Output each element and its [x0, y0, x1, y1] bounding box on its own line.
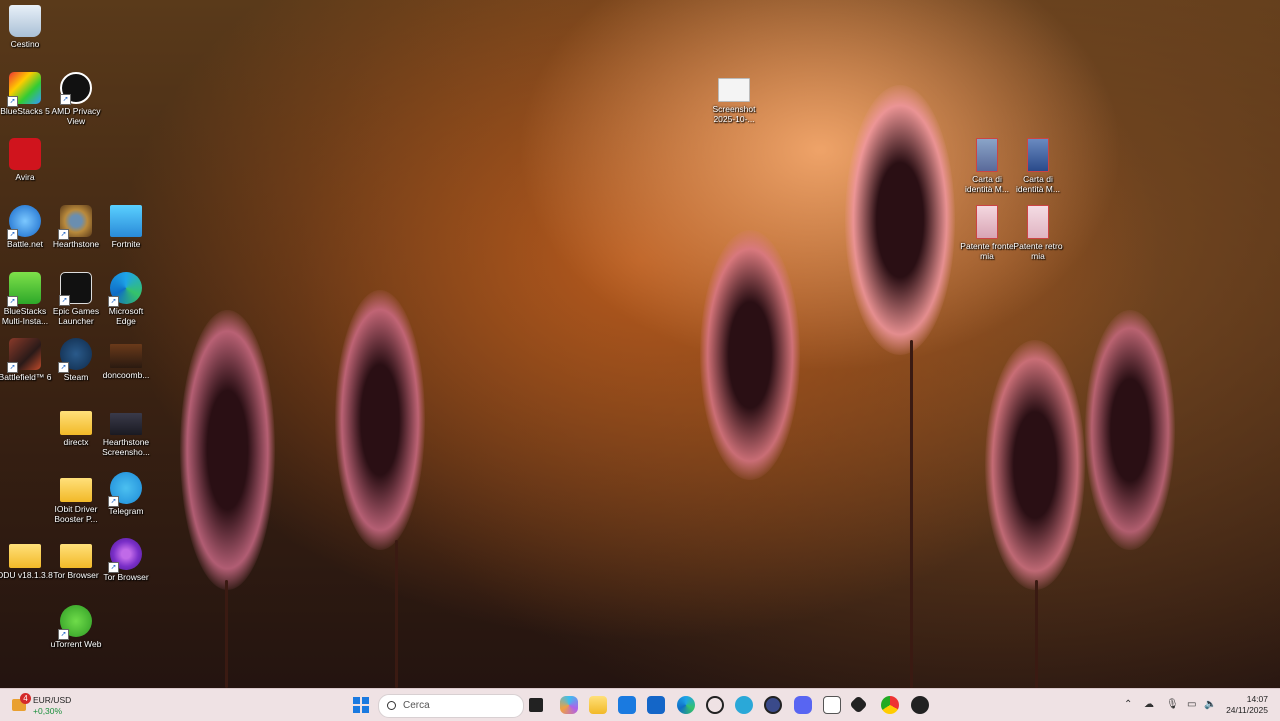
desktop-icon-carta-2[interactable]: Carta di identità M...	[1010, 138, 1066, 194]
widget-value: +0,30%	[33, 706, 63, 716]
amd-privacy-icon: ➚	[60, 72, 92, 105]
app-icon[interactable]	[849, 695, 868, 714]
battlefield-icon: ➚	[7, 338, 41, 373]
desktop-icon-doncoomb[interactable]: doncoomb...	[98, 338, 154, 380]
edge-icon[interactable]	[677, 696, 695, 714]
utorrent-icon: ➚	[58, 605, 92, 640]
wallpaper-stalk-stem	[910, 340, 913, 688]
search-placeholder: Cerca	[403, 700, 430, 711]
folder-icon	[9, 544, 41, 568]
onedrive-icon[interactable]: ☁	[1144, 699, 1154, 710]
outlook-icon[interactable]	[647, 696, 665, 714]
clock-date[interactable]: 24/11/2025	[1226, 705, 1268, 715]
desktop-icon-battlenet[interactable]: ➚ Battle.net	[0, 205, 53, 249]
desktop-icon-steam[interactable]: ➚ Steam	[48, 338, 104, 382]
desktop-icon-carta-1[interactable]: Carta di identità M...	[959, 138, 1015, 194]
search-icon	[387, 701, 396, 710]
file-explorer-icon[interactable]	[589, 696, 607, 714]
clock-time[interactable]: 14:07	[1247, 694, 1268, 704]
wallpaper-stalk	[985, 340, 1085, 590]
hearthstone-icon: ➚	[58, 205, 92, 240]
windows-icon	[353, 697, 369, 713]
wallpaper-stalk-stem	[395, 540, 398, 688]
desktop-icon-amd-privacy[interactable]: ➚ AMD Privacy View	[48, 72, 104, 126]
desktop-icon-directx[interactable]: directx	[48, 405, 104, 447]
chevron-up-icon[interactable]: ⌃	[1124, 699, 1132, 710]
desktop-icon-screenshot[interactable]: Screenshot 2025-10-...	[706, 78, 762, 124]
desktop-icon-telegram[interactable]: ➚ Telegram	[98, 472, 154, 516]
start-button[interactable]	[352, 696, 370, 714]
copilot-icon[interactable]	[560, 696, 578, 714]
network-icon[interactable]: ▭	[1187, 699, 1196, 710]
taskbar: 4 EUR/USD +0,30% Cerca ⌃ ☁ 🎙 ▭ 🔈 14:07 2…	[0, 688, 1280, 721]
app-icon[interactable]	[911, 696, 929, 714]
desktop-icon-fortnite[interactable]: Fortnite	[98, 205, 154, 249]
folder-icon	[60, 478, 92, 502]
image-file-icon	[110, 344, 142, 368]
epic-games-icon: ➚	[59, 272, 92, 306]
desktop: Cestino ➚ BlueStacks 5 ➚ AMD Privacy Vie…	[0, 0, 1280, 688]
bluestacks-icon: ➚	[7, 72, 41, 107]
microphone-icon[interactable]: 🎙	[1166, 699, 1179, 710]
desktop-icon-utorrent[interactable]: ➚ uTorrent Web	[48, 605, 104, 649]
widget-button[interactable]: 4 EUR/USD +0,30%	[12, 691, 82, 719]
desktop-icon-hearthstone-screenshot[interactable]: Hearthstone Screensho...	[98, 405, 154, 457]
image-file-icon	[110, 413, 142, 435]
wallpaper-stalk	[700, 230, 800, 480]
recycle-bin-icon	[9, 5, 41, 37]
desktop-icon-patente-fronte[interactable]: Patente fronte mia	[959, 205, 1015, 261]
desktop-icon-battlefield[interactable]: ➚ Battlefield™ 6	[0, 338, 53, 382]
wallpaper-stalk	[335, 290, 425, 550]
bluestacks-multi-icon: ➚	[7, 272, 41, 307]
fortnite-icon	[110, 205, 142, 237]
wallpaper-stalk	[180, 310, 275, 590]
desktop-icon-patente-retro[interactable]: Patente retro mia	[1010, 205, 1066, 261]
desktop-icon-ddu[interactable]: DDU v18.1.3.8	[0, 538, 53, 580]
desktop-icon-epic-games[interactable]: ➚ Epic Games Launcher	[48, 272, 104, 326]
desktop-icon-avira[interactable]: Avira	[0, 138, 53, 182]
image-file-icon	[1027, 138, 1049, 172]
battlenet-icon: ➚	[7, 205, 41, 240]
volume-icon[interactable]: 🔈	[1204, 699, 1216, 710]
image-file-icon	[976, 138, 998, 172]
chrome-icon[interactable]	[881, 696, 899, 714]
tor-browser-icon: ➚	[108, 538, 142, 573]
store-icon[interactable]	[618, 696, 636, 714]
desktop-icon-bluestacks[interactable]: ➚ BlueStacks 5	[0, 72, 53, 116]
image-file-icon	[976, 205, 998, 239]
wallpaper-stalk	[1085, 310, 1175, 550]
widget-badge: 4	[20, 693, 31, 704]
desktop-icon-cestino[interactable]: Cestino	[0, 5, 53, 49]
desktop-icon-iobit[interactable]: IObit Driver Booster P...	[48, 472, 104, 524]
desktop-icon-edge[interactable]: ➚ Microsoft Edge	[98, 272, 154, 326]
steam-icon: ➚	[58, 338, 92, 373]
app-icon[interactable]	[823, 696, 841, 714]
widget-title: EUR/USD	[33, 695, 72, 705]
folder-icon	[60, 544, 92, 568]
task-view-icon[interactable]	[529, 698, 543, 712]
chatgpt-icon[interactable]	[706, 696, 724, 714]
app-icon[interactable]	[764, 696, 782, 714]
avira-icon	[9, 138, 41, 170]
app-icon[interactable]	[735, 696, 753, 714]
image-file-icon	[1027, 205, 1049, 239]
telegram-icon: ➚	[108, 472, 142, 507]
folder-icon	[60, 411, 92, 435]
wallpaper-stalk	[845, 85, 955, 355]
discord-icon[interactable]	[794, 696, 812, 714]
desktop-icon-bluestacks-multi[interactable]: ➚ BlueStacks Multi-Insta...	[0, 272, 53, 326]
edge-icon: ➚	[108, 272, 142, 307]
screenshot-file-icon	[718, 78, 750, 102]
desktop-icon-tor-folder[interactable]: Tor Browser	[48, 538, 104, 580]
desktop-icon-hearthstone[interactable]: ➚ Hearthstone	[48, 205, 104, 249]
search-box[interactable]: Cerca	[378, 694, 524, 718]
wallpaper-stalk-stem	[225, 580, 228, 688]
wallpaper-stalk-stem	[1035, 580, 1038, 688]
desktop-icon-tor-browser[interactable]: ➚ Tor Browser	[98, 538, 154, 582]
